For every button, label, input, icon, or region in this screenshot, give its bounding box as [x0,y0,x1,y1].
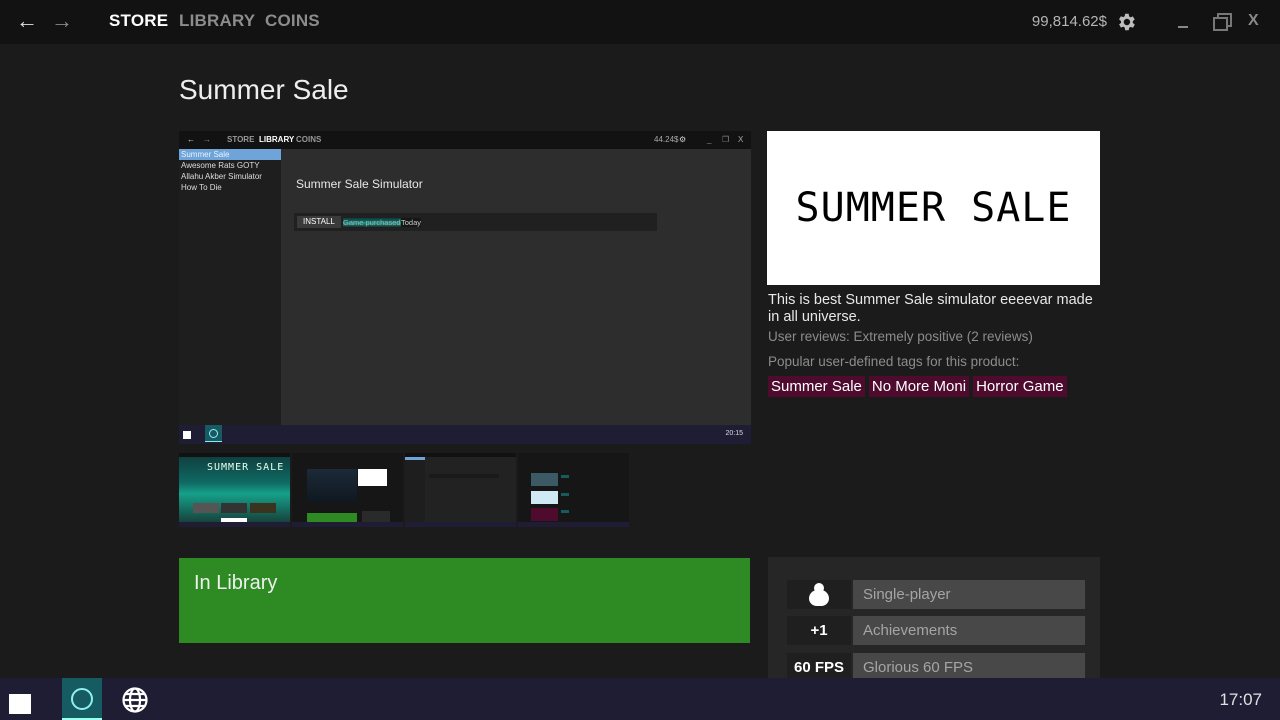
main-screenshot[interactable]: ← → STORE LIBRARY COINS 44.24$ ⚙ _ ❐ X S… [179,131,751,444]
page-title: Summer Sale [179,74,349,105]
restore-icon[interactable] [1213,13,1232,31]
tag-horror-game[interactable]: Horror Game [973,376,1067,397]
screenshot-close: X [738,135,744,144]
list-item: Allahu Akber Simulator [181,172,262,181]
tag-list: Summer Sale No More Moni Horror Game [768,376,1067,397]
tab-store[interactable]: STORE [109,11,168,31]
features-panel: Single-player +1 Achievements 60 FPS Glo… [768,557,1100,678]
list-item: How To Die [181,183,222,192]
tab-library[interactable]: LIBRARY [179,11,255,31]
feature-achievements: +1 Achievements [787,616,1085,645]
arrow-right-icon[interactable]: → [51,8,73,34]
coin-balance: 99,814.62$ [1031,13,1107,30]
screenshot-install-bar: INSTALL Game purchased Today [294,213,657,231]
close-button[interactable]: X [1248,12,1259,30]
screenshot-install-button: INSTALL [297,216,341,228]
fps-icon: 60 FPS [787,653,851,678]
list-item: Summer Sale [179,149,281,160]
list-item: Awesome Rats GOTY [181,161,260,170]
screenshot-game-title: Summer Sale Simulator [296,177,423,191]
achievements-icon: +1 [787,616,851,645]
start-square-icon [183,431,191,439]
minimize-icon: _ [707,135,712,144]
feature-label: Achievements [853,616,1085,645]
product-description: This is best Summer Sale simulator eeeev… [768,292,1093,325]
thumbnail-store-summer-sale[interactable]: SUMMER SALE [179,453,290,527]
feature-single-player: Single-player [787,580,1085,609]
person-icon [787,580,851,609]
screenshot-balance: 44.24$ [654,135,679,144]
taskbar-clock: 17:07 [1219,690,1262,709]
feature-fps: 60 FPS Glorious 60 FPS [787,653,1085,678]
gear-icon[interactable] [1115,11,1137,33]
screenshot-clock: 20:15 [725,430,743,437]
globe-icon[interactable] [121,686,149,714]
taskbar: 17:07 [0,678,1280,720]
restore-icon: ❐ [722,135,730,144]
gear-icon: ⚙ [679,135,687,144]
in-library-label: In Library [194,572,278,594]
arrow-left-icon[interactable]: ← [16,8,38,34]
screenshot-taskbar: 20:15 [179,425,751,444]
top-bar: ← → STORE LIBRARY COINS 99,814.62$ X [0,0,1280,44]
tags-label: Popular user-defined tags for this produ… [768,354,1020,369]
screenshot-library-list: Summer Sale Awesome Rats GOTY Allahu Akb… [179,149,281,425]
screenshot-tab-store: STORE [227,135,255,144]
thumbnail-coins-view[interactable] [518,453,629,527]
screenshot-status: Game purchased [343,218,401,227]
tag-summer-sale[interactable]: Summer Sale [768,376,865,397]
tab-coins[interactable]: COINS [265,11,320,31]
tag-no-more-moni[interactable]: No More Moni [868,376,970,397]
thumbnail-library-view[interactable] [405,453,516,527]
arrow-right-icon: → [203,135,211,144]
circle-app-icon[interactable] [62,678,102,720]
start-square-icon[interactable] [9,694,31,714]
product-banner: SUMMER SALE [767,131,1100,285]
banner-text: SUMMER SALE [795,185,1072,231]
minimize-icon[interactable] [1178,26,1188,28]
thumbnail-store-product-page[interactable] [292,453,403,527]
screenshot-tab-coins: COINS [296,135,322,144]
in-library-panel[interactable]: In Library [179,558,750,643]
feature-label: Glorious 60 FPS [853,653,1085,678]
circle-app-icon [205,425,222,442]
user-reviews: User reviews: Extremely positive (2 revi… [768,329,1033,344]
screenshot-date: Today [401,218,422,227]
feature-label: Single-player [853,580,1085,609]
screenshot-top-bar: ← → STORE LIBRARY COINS 44.24$ ⚙ _ ❐ X [179,131,751,149]
arrow-left-icon: ← [187,135,195,144]
screenshot-tab-library: LIBRARY [259,135,295,144]
